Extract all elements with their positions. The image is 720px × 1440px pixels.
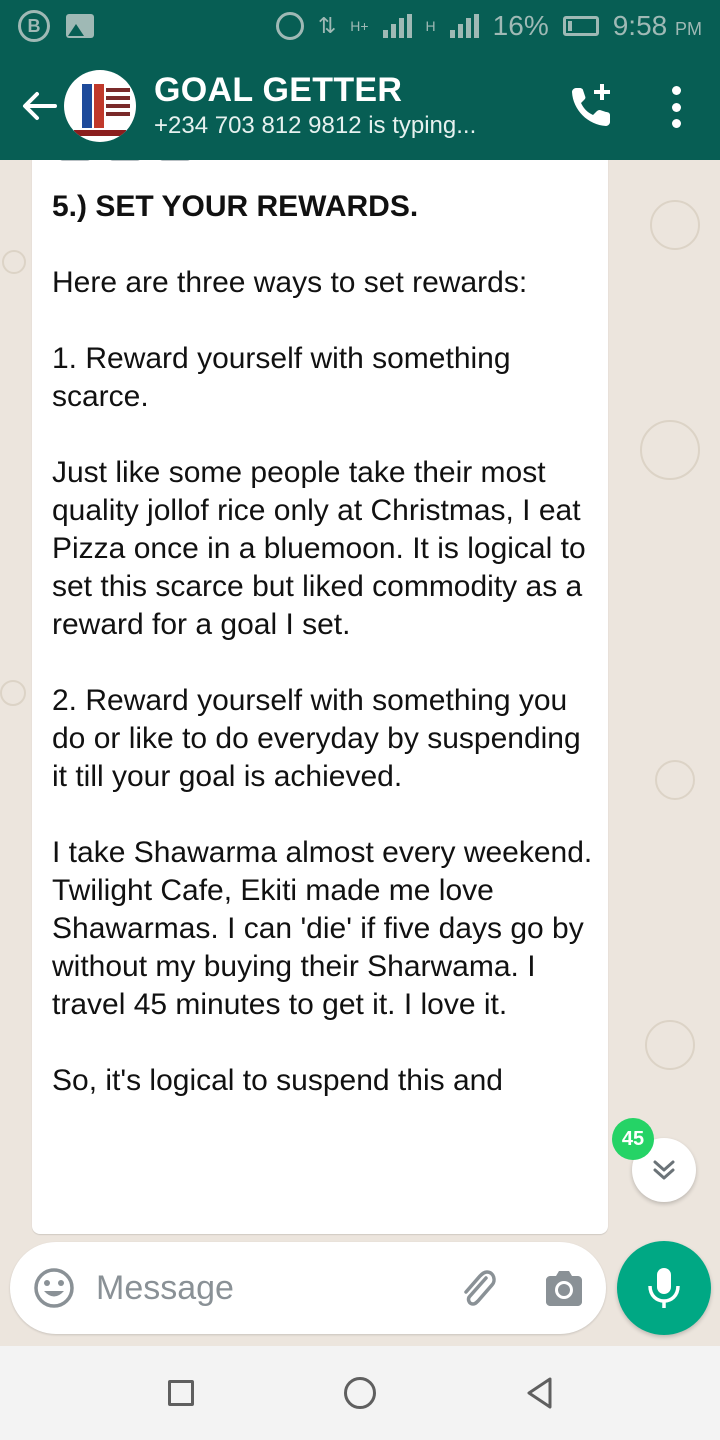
message-bubble[interactable]: 5.) SET YOUR REWARDS. Here are three way… bbox=[32, 160, 608, 1234]
status-right: ⇅ H+ H 16% 9:58 PM bbox=[275, 10, 702, 42]
network-type-a: H+ bbox=[350, 18, 369, 34]
mic-icon bbox=[648, 1268, 680, 1308]
add-call-icon[interactable] bbox=[566, 80, 618, 132]
camera-icon[interactable] bbox=[542, 1268, 586, 1308]
partial-line-remnant bbox=[60, 160, 190, 161]
message-paragraph: I take Shawarma almost every weekend. Tw… bbox=[52, 836, 593, 1021]
message-paragraph: 2. Reward yourself with something you do… bbox=[52, 684, 581, 793]
chevron-down-icon bbox=[653, 1160, 675, 1180]
chat-status: +234 703 812 9812 is typing... bbox=[154, 112, 477, 139]
chat-title-block[interactable]: GOAL GETTER +234 703 812 9812 is typing.… bbox=[154, 70, 476, 142]
system-nav-bar bbox=[0, 1346, 720, 1440]
b-notification-icon: B bbox=[18, 10, 50, 42]
wallpaper-doodle bbox=[2, 250, 26, 274]
chat-area[interactable]: 5.) SET YOUR REWARDS. Here are three way… bbox=[0, 160, 720, 1346]
home-icon[interactable] bbox=[344, 1377, 376, 1409]
clock-ampm: PM bbox=[675, 19, 702, 39]
wallpaper-doodle bbox=[655, 760, 695, 800]
more-vert-icon[interactable] bbox=[664, 82, 688, 132]
mic-button[interactable] bbox=[617, 1241, 711, 1335]
recents-icon[interactable] bbox=[168, 1380, 194, 1406]
signal-icon-2 bbox=[449, 14, 479, 38]
status-left: B bbox=[18, 10, 94, 42]
status-time: 9:58 PM bbox=[613, 10, 702, 42]
message-heading: 5.) SET YOUR REWARDS. bbox=[52, 190, 419, 223]
network-type-b: H bbox=[425, 18, 436, 34]
message-text: 5.) SET YOUR REWARDS. Here are three way… bbox=[52, 188, 598, 1138]
message-paragraph: 1. Reward yourself with something scarce… bbox=[52, 342, 511, 413]
wallpaper-doodle bbox=[0, 680, 26, 706]
gallery-notification-icon bbox=[66, 14, 94, 38]
message-composer bbox=[10, 1242, 606, 1334]
message-input[interactable] bbox=[96, 1268, 436, 1308]
battery-percent: 16% bbox=[492, 10, 549, 41]
battery-icon bbox=[562, 16, 599, 36]
back-arrow-icon[interactable] bbox=[12, 76, 66, 136]
status-bar: B ⇅ H+ H 16% 9:58 PM bbox=[0, 0, 720, 52]
signal-icon bbox=[382, 14, 412, 38]
message-paragraph: Just like some people take their most qu… bbox=[52, 456, 586, 641]
data-arrows-icon: ⇅ bbox=[317, 13, 337, 38]
message-paragraph: So, it's logical to suspend this and bbox=[52, 1064, 503, 1097]
message-paragraph: Here are three ways to set rewards: bbox=[52, 266, 528, 299]
unread-count-badge[interactable]: 45 bbox=[612, 1118, 654, 1160]
wallpaper-doodle bbox=[645, 1020, 695, 1070]
chat-header: GOAL GETTER +234 703 812 9812 is typing.… bbox=[0, 52, 720, 160]
emoji-icon[interactable] bbox=[32, 1266, 76, 1310]
wallpaper-doodle bbox=[640, 420, 700, 480]
attach-icon[interactable] bbox=[456, 1266, 500, 1310]
nav-back-icon[interactable] bbox=[524, 1376, 556, 1410]
clock-time: 9:58 bbox=[612, 10, 668, 41]
wallpaper-doodle bbox=[650, 200, 700, 250]
avatar[interactable] bbox=[64, 70, 136, 142]
chat-title: GOAL GETTER bbox=[154, 71, 403, 109]
alarm-icon bbox=[275, 12, 304, 40]
